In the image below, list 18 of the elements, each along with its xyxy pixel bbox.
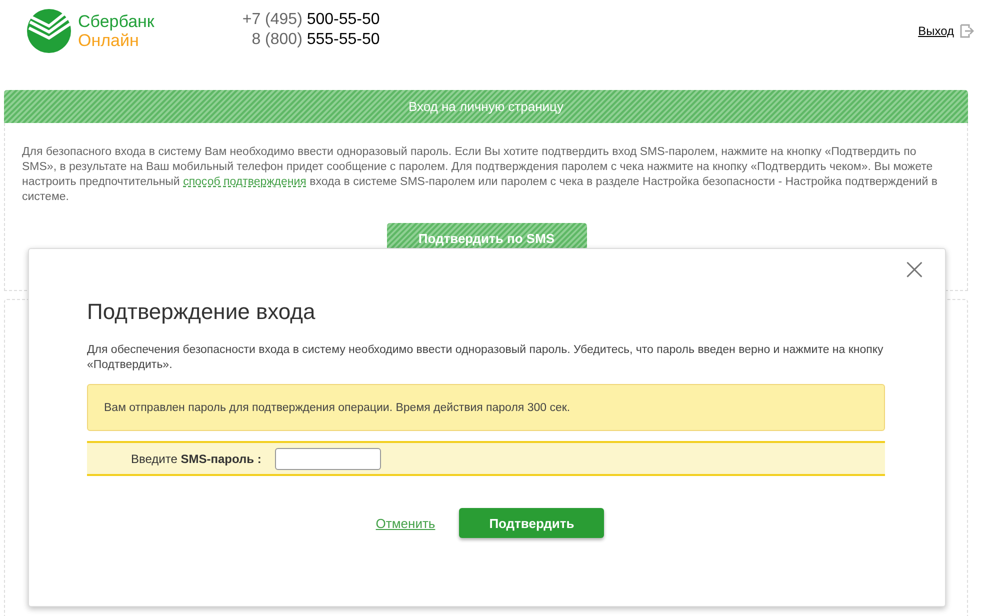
exit-icon [960, 24, 974, 38]
phone-number: 8 (800) 555-55-50 [252, 30, 380, 50]
password-input[interactable] [275, 448, 382, 470]
confirm-button[interactable]: Подтвердить [459, 508, 604, 538]
logo-icon [26, 8, 72, 54]
logout-link[interactable]: Выход [918, 24, 974, 38]
dialog-description: Для обеспечения безопасности входа в систему необходимо ввести одноразовый пароль. Убедитесь, что пароль введен верно и нажмите на кнопку «Подтвердить». [87, 343, 884, 373]
section-banner: Вход на личную страницу [4, 90, 968, 123]
brand-name: Сбербанк [78, 12, 154, 31]
settings-link[interactable]: способ подтверждения [183, 176, 306, 188]
close-button[interactable]: × [902, 257, 927, 283]
dialog-title: Подтверждение входа [87, 299, 316, 325]
cancel-link[interactable]: Отменить [376, 516, 436, 530]
phone-number: +7 (495) 500-55-50 [242, 10, 380, 30]
brand-subtitle: Онлайн [78, 31, 140, 50]
field-label: Введите SMS-пароль : [131, 452, 262, 466]
notice-text: Вам отправлен пароль для подтверждения операции. Время действия пароля 300 сек. [104, 402, 570, 414]
intro-text: Для безопасного входа в систему Вам необходимо ввести одноразовый пароль. Если Вы хотите подтвердить вход SMS-паролем, нажмите на кнопку «Подтвердить по SMS», в результате на Ваш мобильный телефон придет сообщение с паролем. Для подтверждения паролем с чека нажмите на кнопку «Подтвердить чеком». Вы можете настроить предпочтительный способ подтверждения входа в системе SMS-паролем или паролем с чека в разделе Настройка безопасности - Настройка подтверждений в системе. [22, 145, 938, 205]
